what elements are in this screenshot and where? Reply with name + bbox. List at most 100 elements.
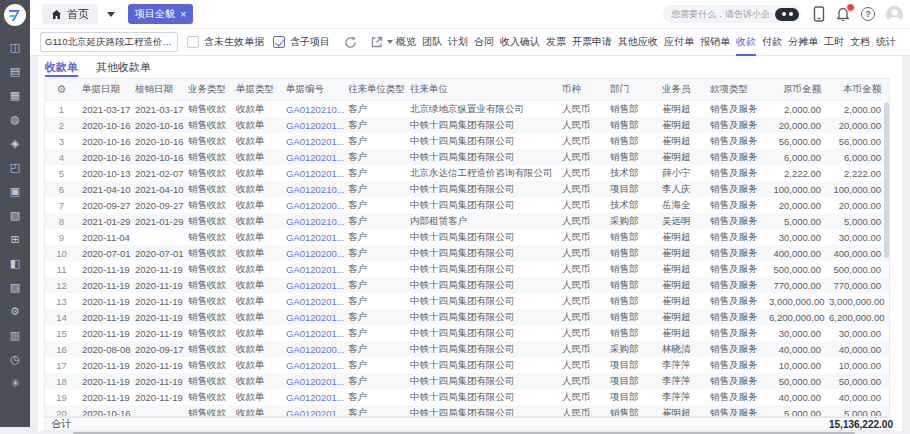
column-header[interactable]: 款项类型	[706, 83, 769, 96]
schedule-icon[interactable]: ▧	[3, 203, 27, 227]
menu-item-receipt[interactable]: 收款	[736, 29, 756, 56]
checkbox-include-pending[interactable]: 含未生效单据	[187, 35, 264, 49]
column-header[interactable]: 原币金额	[769, 83, 829, 96]
table-row[interactable]: 152020-11-192020-11-19销售收款收款单GA0120201..…	[45, 325, 889, 341]
column-header[interactable]: 往来单位	[406, 83, 558, 96]
menu-item-plan[interactable]: 计划	[448, 29, 468, 56]
document-number-link[interactable]: GA0120201...	[282, 280, 344, 291]
table-row[interactable]: 122020-11-192020-11-19销售收款收款单GA0120201..…	[45, 277, 889, 293]
document-number-link[interactable]: GA0120201...	[282, 296, 344, 307]
document-number-link[interactable]: GA0120210...	[282, 216, 344, 227]
table-row[interactable]: 52020-10-132021-02-07销售收款收款单GA0120201...…	[45, 165, 889, 181]
menu-item-team[interactable]: 团队	[422, 29, 442, 56]
table-row[interactable]: 12021-03-172021-03-17销售收款收款单GA0120210...…	[45, 101, 889, 117]
table-row[interactable]: 202020-10-16销售收款收款单GA0120201...客户中铁十四局集团…	[45, 405, 889, 416]
document-number-link[interactable]: GA0120201...	[282, 168, 344, 179]
table-row[interactable]: 22020-10-162020-10-16销售收款收款单GA0120201...…	[45, 117, 889, 133]
column-header[interactable]: 单据编号	[282, 83, 344, 96]
document-number-link[interactable]: GA0120201...	[282, 312, 344, 323]
column-header[interactable]: 本币金额	[829, 83, 889, 96]
table-row[interactable]: 162020-08-082020-09-17销售收款收款单GA0120200..…	[45, 341, 889, 357]
document-number-link[interactable]: GA0120210...	[282, 184, 344, 195]
help-icon[interactable]: ?	[861, 7, 875, 21]
column-header[interactable]: 业务员	[658, 83, 706, 96]
customers-icon[interactable]: ◍	[3, 107, 27, 131]
table-row[interactable]: 102020-07-012020-07-01销售收款收款单GA0120200..…	[45, 245, 889, 261]
column-header[interactable]: 单据日期	[78, 83, 131, 96]
menu-item-other-receivable[interactable]: 其他应收	[618, 29, 658, 56]
project-selector[interactable]: G110北京延庆路段工程造价…	[40, 32, 178, 52]
menu-item-payable[interactable]: 应付单	[664, 29, 694, 56]
document-number-link[interactable]: GA0120201...	[282, 152, 344, 163]
menu-item-expense-claim[interactable]: 报销单	[700, 29, 730, 56]
app-logo[interactable]	[4, 4, 26, 26]
table-row[interactable]: 112020-11-192020-11-19销售收款收款单GA0120201..…	[45, 261, 889, 277]
table-row[interactable]: 62021-04-102021-04-10销售收款收款单GA0120210...…	[45, 181, 889, 197]
column-settings-gear-icon[interactable]: ⚙	[45, 83, 78, 96]
tab-project-overview[interactable]: 项目全貌 ×	[128, 4, 193, 24]
table-row[interactable]: 92020-11-04销售收款收款单GA0120201...客户中铁十四局集团有…	[45, 229, 889, 245]
table-row[interactable]: 192020-11-192020-11-19销售收款收款单GA0120201..…	[45, 389, 889, 405]
documents-icon[interactable]: ▤	[3, 59, 27, 83]
tab-receipt-list[interactable]: 收款单	[45, 60, 78, 77]
document-number-link[interactable]: GA0120201...	[282, 136, 344, 147]
document-number-link[interactable]: GA0120201...	[282, 360, 344, 371]
column-header[interactable]: 币种	[558, 83, 606, 96]
settings-icon[interactable]: ⚙	[3, 299, 27, 323]
mobile-app-button[interactable]	[813, 6, 825, 22]
cards-icon[interactable]: ▣	[3, 179, 27, 203]
table-row[interactable]: 72020-09-272020-09-27销售收款收款单GA0120200...…	[45, 197, 889, 213]
tab-other-receipt-list[interactable]: 其他收款单	[96, 60, 151, 77]
document-number-link[interactable]: GA0120201...	[282, 232, 344, 243]
menu-item-timesheet[interactable]: 工时	[824, 29, 844, 56]
menu-item-invoice[interactable]: 发票	[546, 29, 566, 56]
assets-icon[interactable]: ◰	[3, 155, 27, 179]
column-header[interactable]: 核销日期	[131, 83, 184, 96]
table-row[interactable]: 132020-11-192020-11-19销售收款收款单GA0120201..…	[45, 293, 889, 309]
column-header[interactable]: 部门	[606, 83, 658, 96]
document-number-link[interactable]: GA0120201...	[282, 120, 344, 131]
invoices-icon[interactable]: ▦	[3, 83, 27, 107]
tools-icon[interactable]: ✳	[3, 371, 27, 395]
menu-item-revenue-recognition[interactable]: 收入确认	[500, 29, 540, 56]
menu-item-overview[interactable]: 概览	[396, 29, 416, 56]
table-row[interactable]: 42020-10-162020-10-16销售收款收款单GA0120201...…	[45, 149, 889, 165]
document-number-link[interactable]: GA0120201...	[282, 392, 344, 403]
menu-item-document[interactable]: 文档	[850, 29, 870, 56]
history-icon[interactable]: ◷	[3, 347, 27, 371]
user-avatar[interactable]	[886, 6, 903, 23]
checkbox-include-subprojects[interactable]: 含子项目	[273, 35, 330, 49]
document-number-link[interactable]: GA0120201...	[282, 408, 344, 417]
document-number-link[interactable]: GA0120201...	[282, 264, 344, 275]
export-button[interactable]	[371, 36, 393, 48]
document-number-link[interactable]: GA0120200...	[282, 248, 344, 259]
menu-item-allocation[interactable]: 分摊单	[788, 29, 818, 56]
document-number-link[interactable]: GA0120201...	[282, 376, 344, 387]
reports-icon[interactable]: ▨	[3, 275, 27, 299]
apps-icon[interactable]: ⊞	[3, 227, 27, 251]
table-row[interactable]: 32020-10-162020-10-16销售收款收款单GA0120201...…	[45, 133, 889, 149]
document-number-link[interactable]: GA0120210...	[282, 104, 344, 115]
column-header[interactable]: 单据类型	[232, 83, 282, 96]
tabs-dropdown-caret[interactable]	[107, 12, 115, 17]
projects-icon[interactable]: ◈	[3, 131, 27, 155]
document-number-link[interactable]: GA0120200...	[282, 344, 344, 355]
menu-item-invoice-request[interactable]: 开票申请	[572, 29, 612, 56]
assistant-search[interactable]: 您需要什么，请告诉小企	[662, 5, 802, 23]
table-row[interactable]: 182020-11-192020-11-19销售收款收款单GA0120201..…	[45, 373, 889, 389]
menu-item-contract[interactable]: 合同	[474, 29, 494, 56]
refresh-button[interactable]	[344, 36, 357, 49]
menu-item-statistics[interactable]: 统计	[876, 29, 896, 56]
document-number-link[interactable]: GA0120200...	[282, 200, 344, 211]
boards-icon[interactable]: ◫	[3, 35, 27, 59]
vertical-scrollbar[interactable]	[884, 102, 889, 258]
document-number-link[interactable]: GA0120201...	[282, 328, 344, 339]
table-row[interactable]: 172020-11-192020-11-19销售收款收款单GA0120201..…	[45, 357, 889, 373]
close-tab-icon[interactable]: ×	[180, 9, 186, 20]
finance-icon[interactable]: ◧	[3, 251, 27, 275]
notifications-button[interactable]	[836, 7, 850, 22]
home-tab[interactable]: 首页	[42, 4, 98, 24]
column-header[interactable]: 业务类型	[184, 83, 232, 96]
column-header[interactable]: 往来单位类型	[344, 83, 406, 96]
table-row[interactable]: 82021-01-292021-01-29销售收款收款单GA0120210...…	[45, 213, 889, 229]
